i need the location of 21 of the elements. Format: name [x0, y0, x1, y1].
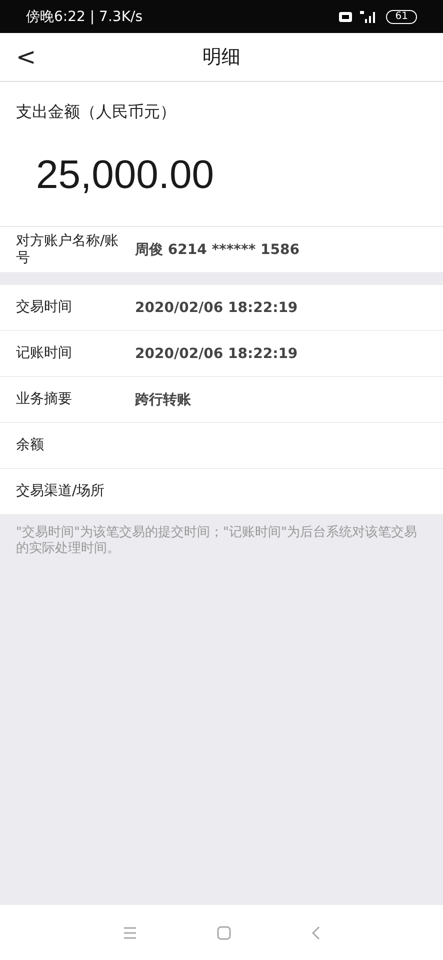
field-label: 余额: [16, 436, 45, 455]
field-label: 交易时间: [16, 298, 73, 317]
field-value: 2020/02/06 18:22:19: [135, 300, 298, 316]
field-label: 对方账户名称/账号: [16, 232, 120, 268]
hd-icon: [339, 12, 352, 22]
field-label: 业务摘要: [16, 390, 73, 409]
amount-label: 支出金额（人民币元）: [16, 102, 177, 123]
field-label: 记账时间: [16, 344, 73, 363]
field-value: 跨行转账: [135, 390, 191, 408]
page-title: 明细: [202, 45, 240, 70]
status-time: 傍晚6:22 | 7.3K/s: [26, 8, 143, 26]
back-button[interactable]: <: [10, 43, 42, 71]
amount-value: 25,000.00: [36, 153, 215, 198]
menu-icon[interactable]: [122, 926, 136, 940]
note-text: "交易时间"为该笔交易的提交时间；"记账时间"为后台系统对该笔交易的实际处理时间。: [16, 525, 418, 557]
field-label: 交易渠道/场所: [16, 482, 106, 501]
back-icon[interactable]: [310, 926, 320, 940]
home-icon[interactable]: [216, 926, 230, 940]
field-value: 2020/02/06 18:22:19: [135, 346, 298, 362]
field-value: 周俊 6214 ****** 1586: [135, 240, 300, 258]
battery-level: 61: [386, 10, 417, 24]
